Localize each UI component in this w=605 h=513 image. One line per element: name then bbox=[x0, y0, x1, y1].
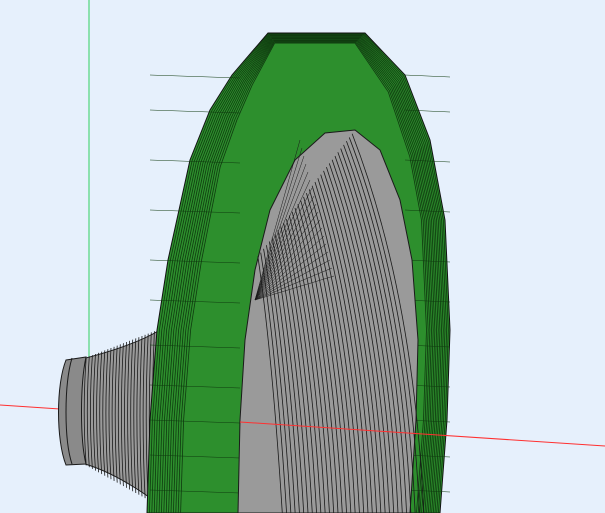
collar-face bbox=[58, 356, 87, 466]
model-canvas[interactable] bbox=[0, 0, 605, 513]
3d-viewport[interactable] bbox=[0, 0, 605, 513]
throat-collar bbox=[58, 356, 87, 466]
